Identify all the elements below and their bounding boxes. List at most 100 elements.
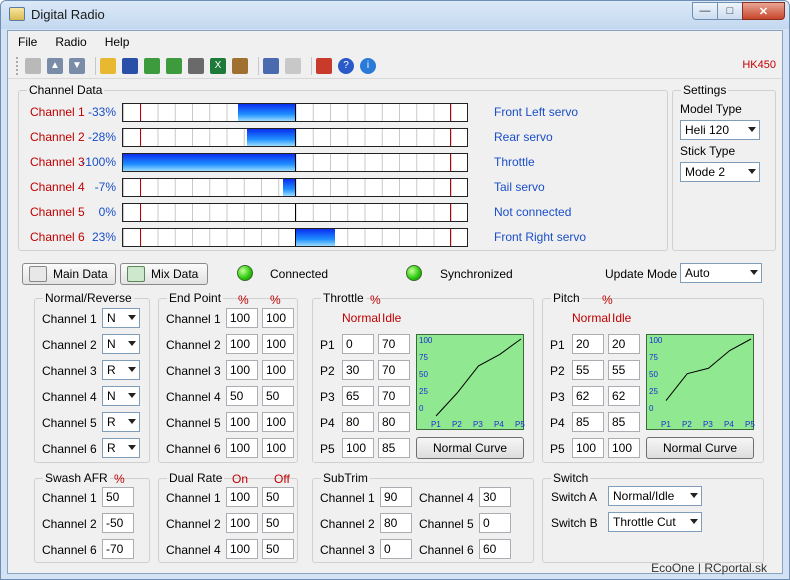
throttle-normal-input[interactable]: 80 xyxy=(342,412,374,432)
subtrim-channel-label: Channel 4 xyxy=(419,491,474,505)
fullscreen-icon[interactable] xyxy=(263,57,279,74)
pitch-normal-input[interactable]: 100 xyxy=(572,438,604,458)
menu-radio[interactable]: Radio xyxy=(55,35,86,49)
normal-reverse-select[interactable]: R xyxy=(102,412,140,432)
pitch-normal-curve-button[interactable]: Normal Curve xyxy=(646,437,754,459)
radio-icon[interactable] xyxy=(25,57,41,74)
channel-bar-fill xyxy=(123,154,295,171)
pitch-legend: Pitch xyxy=(551,291,582,305)
throttle-normal-input[interactable]: 65 xyxy=(342,386,374,406)
throttle-idle-input[interactable]: 85 xyxy=(378,438,410,458)
throttle-normal-input[interactable]: 100 xyxy=(342,438,374,458)
info-icon[interactable]: i xyxy=(360,57,376,74)
end-point-input-b[interactable]: 100 xyxy=(262,334,294,354)
menu-help[interactable]: Help xyxy=(105,35,130,49)
maximize-button[interactable]: □ xyxy=(717,2,742,20)
mix-data-icon xyxy=(127,266,145,282)
throttle-idle-input[interactable]: 70 xyxy=(378,334,410,354)
subtrim-input[interactable]: 0 xyxy=(380,539,412,559)
pitch-title: Pitch xyxy=(553,291,580,305)
swash-afr-input[interactable]: -70 xyxy=(102,539,134,559)
pitch-idle-input[interactable]: 20 xyxy=(608,334,640,354)
update-mode-value: Auto xyxy=(685,266,710,280)
pitch-normal-input[interactable]: 85 xyxy=(572,412,604,432)
help-icon[interactable]: ? xyxy=(338,57,354,74)
throttle-normal-input[interactable]: 0 xyxy=(342,334,374,354)
stick-type-select[interactable]: Mode 2 xyxy=(680,162,760,182)
throttle-normal-curve-button[interactable]: Normal Curve xyxy=(416,437,524,459)
normal-reverse-select[interactable]: N xyxy=(102,308,140,328)
upload-icon[interactable]: ▲ xyxy=(47,57,63,74)
pitch-idle-input[interactable]: 55 xyxy=(608,360,640,380)
normal-reverse-select[interactable]: N xyxy=(102,386,140,406)
close-button[interactable]: ✕ xyxy=(742,2,785,20)
end-point-input-a[interactable]: 100 xyxy=(226,360,258,380)
end-point-input-b[interactable]: 50 xyxy=(262,386,294,406)
swash-afr-input[interactable]: -50 xyxy=(102,513,134,533)
window-icon[interactable] xyxy=(285,57,301,74)
bar-limit-line xyxy=(140,179,141,196)
end-point-input-b[interactable]: 100 xyxy=(262,412,294,432)
normal-reverse-select[interactable]: R xyxy=(102,438,140,458)
dual-rate-off-input[interactable]: 50 xyxy=(262,513,294,533)
minimize-button[interactable]: — xyxy=(692,2,717,20)
dual-rate-on-input[interactable]: 100 xyxy=(226,513,258,533)
switch-b-value: Throttle Cut xyxy=(613,515,676,529)
open-folder-icon[interactable] xyxy=(100,57,116,74)
pitch-idle-input[interactable]: 85 xyxy=(608,412,640,432)
dual-rate-off-input[interactable]: 50 xyxy=(262,539,294,559)
swash-afr-pct-header: % xyxy=(114,472,125,486)
switch-a-select[interactable]: Normal/Idle xyxy=(608,486,702,506)
normal-reverse-select[interactable]: N xyxy=(102,334,140,354)
pitch-normal-input[interactable]: 62 xyxy=(572,386,604,406)
dual-rate-on-input[interactable]: 100 xyxy=(226,539,258,559)
pitch-idle-input[interactable]: 100 xyxy=(608,438,640,458)
throttle-normal-input[interactable]: 30 xyxy=(342,360,374,380)
switch-b-select[interactable]: Throttle Cut xyxy=(608,512,702,532)
throttle-idle-input[interactable]: 80 xyxy=(378,412,410,432)
excel-icon[interactable]: X xyxy=(210,57,226,74)
end-point-title: End Point xyxy=(169,291,222,305)
tab-mix-data[interactable]: Mix Data xyxy=(120,263,208,285)
throttle-idle-input[interactable]: 70 xyxy=(378,386,410,406)
subtrim-input[interactable]: 60 xyxy=(479,539,511,559)
chevron-down-icon xyxy=(128,419,136,424)
swash-afr-input[interactable]: 50 xyxy=(102,487,134,507)
pitch-idle-input[interactable]: 62 xyxy=(608,386,640,406)
pitch-point-label: P5 xyxy=(550,442,565,456)
paste-icon[interactable] xyxy=(166,57,182,74)
update-mode-select[interactable]: Auto xyxy=(680,263,762,283)
end-point-input-a[interactable]: 100 xyxy=(226,412,258,432)
download-icon[interactable]: ▼ xyxy=(69,57,85,74)
subtrim-input[interactable]: 0 xyxy=(479,513,511,533)
subtrim-input[interactable]: 90 xyxy=(380,487,412,507)
bar-center-line xyxy=(295,179,296,196)
end-point-input-b[interactable]: 100 xyxy=(262,360,294,380)
curve-plot xyxy=(435,338,522,417)
end-point-input-b[interactable]: 100 xyxy=(262,308,294,328)
end-point-input-b[interactable]: 100 xyxy=(262,438,294,458)
subtrim-input[interactable]: 30 xyxy=(479,487,511,507)
model-type-select[interactable]: Heli 120 xyxy=(680,120,760,140)
save-icon[interactable] xyxy=(122,57,138,74)
dual-rate-on-input[interactable]: 100 xyxy=(226,487,258,507)
toolbox-icon[interactable] xyxy=(316,57,332,74)
normal-reverse-select[interactable]: R xyxy=(102,360,140,380)
dual-rate-off-input[interactable]: 50 xyxy=(262,487,294,507)
subtrim-channel-label: Channel 5 xyxy=(419,517,474,531)
end-point-input-a[interactable]: 100 xyxy=(226,334,258,354)
channel-bar xyxy=(122,228,468,247)
end-point-input-a[interactable]: 50 xyxy=(226,386,258,406)
print-icon[interactable] xyxy=(188,57,204,74)
tools-icon[interactable] xyxy=(232,57,248,74)
pitch-normal-input[interactable]: 55 xyxy=(572,360,604,380)
subtrim-input[interactable]: 80 xyxy=(380,513,412,533)
pitch-normal-input[interactable]: 20 xyxy=(572,334,604,354)
tab-main-data[interactable]: Main Data xyxy=(22,263,116,285)
end-point-input-a[interactable]: 100 xyxy=(226,308,258,328)
menu-file[interactable]: File xyxy=(18,35,37,49)
throttle-idle-input[interactable]: 70 xyxy=(378,360,410,380)
copy-icon[interactable] xyxy=(144,57,160,74)
dual-rate-on-header: On xyxy=(232,472,249,486)
end-point-input-a[interactable]: 100 xyxy=(226,438,258,458)
